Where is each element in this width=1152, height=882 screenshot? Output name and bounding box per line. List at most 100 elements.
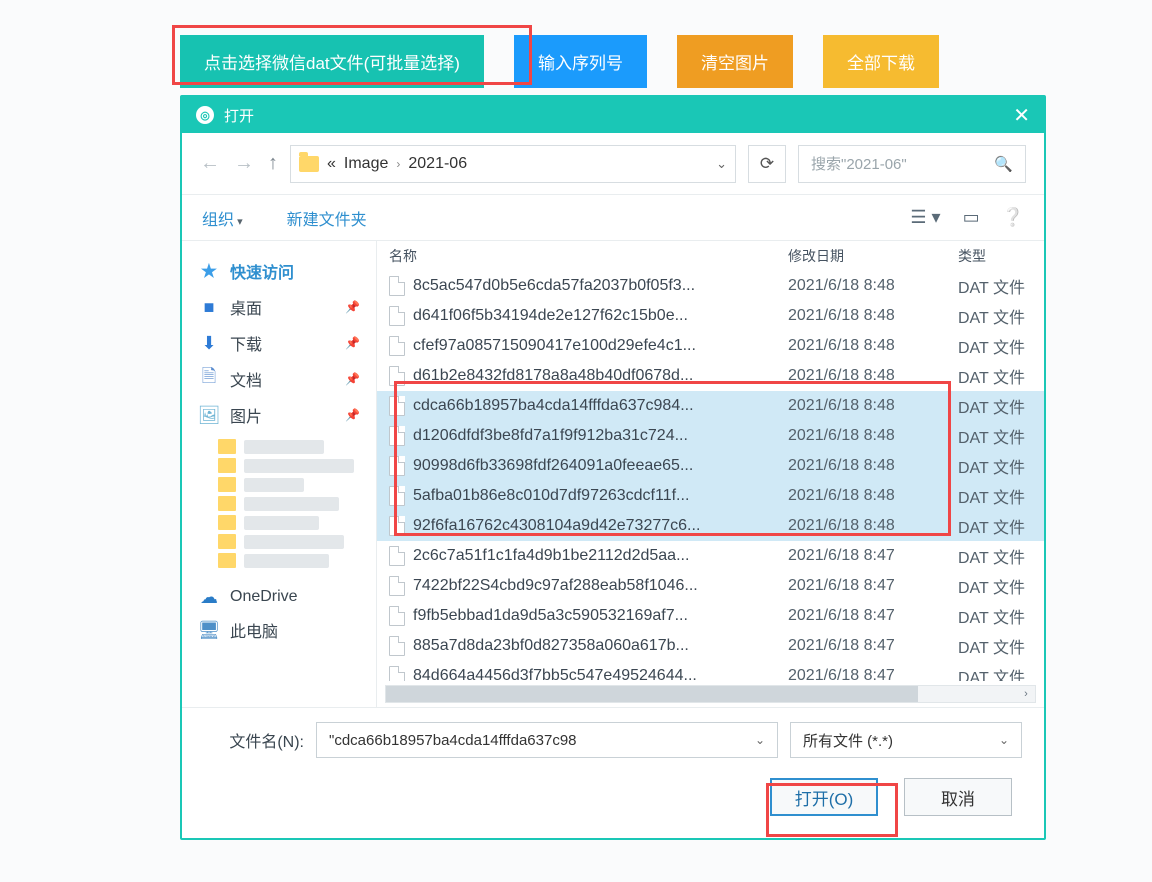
file-row[interactable]: 7422bf22S4cbd9c97af288eab58f1046...2021/… — [377, 571, 1044, 601]
file-date: 2021/6/18 8:48 — [788, 337, 958, 355]
sidebar-item-label: 下载 — [230, 331, 262, 355]
chevron-down-icon[interactable]: ⌄ — [716, 156, 727, 172]
search-placeholder: 搜索"2021-06" — [811, 153, 907, 174]
file-icon — [389, 546, 405, 566]
file-type: DAT 文件 — [958, 364, 1032, 388]
file-date: 2021/6/18 8:47 — [788, 667, 958, 681]
forward-icon[interactable]: → — [234, 152, 254, 175]
up-icon[interactable]: ↑ — [268, 152, 278, 175]
view-list-icon[interactable]: ☰ ▾ — [910, 207, 940, 228]
col-date[interactable]: 修改日期 — [788, 246, 958, 266]
sidebar-item-desk[interactable]: ■ 桌面 📌 — [188, 289, 370, 325]
dialog-title: 打开 — [224, 105, 254, 126]
star-icon: ★ — [198, 262, 220, 280]
dialog-titlebar: ◎ 打开 ✕ — [182, 97, 1044, 133]
file-date: 2021/6/18 8:48 — [788, 397, 958, 415]
sidebar-quick-access[interactable]: ★ 快速访问 — [188, 253, 370, 289]
search-input[interactable]: 搜索"2021-06" 🔍 — [798, 145, 1026, 183]
chevron-right-icon: › — [396, 157, 400, 171]
scrollbar-thumb[interactable] — [386, 686, 918, 702]
file-icon — [389, 456, 405, 476]
file-icon — [389, 426, 405, 446]
crumb-1[interactable]: 2021-06 — [408, 155, 467, 173]
open-button[interactable]: 打开(O) — [770, 778, 878, 816]
file-icon — [389, 336, 405, 356]
app-toolbar: 点击选择微信dat文件(可批量选择) 输入序列号 清空图片 全部下载 — [0, 0, 1152, 88]
file-name: 2c6c7a51f1c1fa4d9b1be2112d2d5aa... — [413, 547, 788, 565]
file-list[interactable]: 8c5ac547d0b5e6cda57fa2037b0f05f3...2021/… — [377, 271, 1044, 681]
new-folder-button[interactable]: 新建文件夹 — [287, 206, 367, 230]
file-type: DAT 文件 — [958, 604, 1032, 628]
file-date: 2021/6/18 8:48 — [788, 307, 958, 325]
sidebar-onedrive[interactable]: ☁ OneDrive — [188, 582, 370, 612]
file-name: 7422bf22S4cbd9c97af288eab58f1046... — [413, 577, 788, 595]
file-name: 84d664a4456d3f7bb5c547e49524644... — [413, 667, 788, 681]
file-icon — [389, 276, 405, 296]
download-all-button[interactable]: 全部下载 — [823, 35, 939, 88]
crumb-0[interactable]: Image — [344, 155, 388, 173]
cancel-button[interactable]: 取消 — [904, 778, 1012, 816]
file-type: DAT 文件 — [958, 514, 1032, 538]
file-icon — [389, 576, 405, 596]
file-row[interactable]: 90998d6fb33698fdf264091a0feeae65...2021/… — [377, 451, 1044, 481]
chevron-down-icon[interactable]: ⌄ — [999, 733, 1009, 747]
file-row[interactable]: f9fb5ebbad1da9d5a3c590532169af7...2021/6… — [377, 601, 1044, 631]
file-type: DAT 文件 — [958, 484, 1032, 508]
desk-icon: ■ — [198, 298, 220, 316]
file-pane: 名称 修改日期 类型 8c5ac547d0b5e6cda57fa2037b0f0… — [377, 241, 1044, 707]
file-date: 2021/6/18 8:48 — [788, 367, 958, 385]
file-row[interactable]: 885a7d8da23bf0d827358a060a617b...2021/6/… — [377, 631, 1044, 661]
close-icon[interactable]: ✕ — [1013, 103, 1030, 128]
file-row[interactable]: 5afba01b86e8c010d7df97263cdcf11f...2021/… — [377, 481, 1044, 511]
sidebar-item-docs[interactable]: 🗎文档📌 — [188, 361, 370, 397]
file-type: DAT 文件 — [958, 664, 1032, 681]
file-date: 2021/6/18 8:47 — [788, 577, 958, 595]
file-icon — [389, 306, 405, 326]
filename-input[interactable]: "cdca66b18957ba4cda14fffda637c98 ⌄ — [316, 722, 778, 758]
file-row[interactable]: 84d664a4456d3f7bb5c547e49524644...2021/6… — [377, 661, 1044, 681]
file-type: DAT 文件 — [958, 454, 1032, 478]
sidebar-item-label: 桌面 — [230, 295, 262, 319]
preview-pane-icon[interactable]: ▭ — [963, 207, 980, 228]
column-headers: 名称 修改日期 类型 — [377, 241, 1044, 271]
file-date: 2021/6/18 8:47 — [788, 547, 958, 565]
cloud-icon: ☁ — [198, 588, 220, 606]
file-name: d641f06f5b34194de2e127f62c15b0e... — [413, 307, 788, 325]
file-type: DAT 文件 — [958, 334, 1032, 358]
chevron-down-icon[interactable]: ⌄ — [755, 733, 765, 747]
pin-icon: 📌 — [345, 372, 360, 386]
clear-images-button[interactable]: 清空图片 — [677, 35, 793, 88]
file-row[interactable]: d61b2e8432fd8178a8a48b40df0678d...2021/6… — [377, 361, 1044, 391]
help-icon[interactable]: ❔ — [1002, 207, 1024, 228]
file-type: DAT 文件 — [958, 274, 1032, 298]
dialog-footer: 文件名(N): "cdca66b18957ba4cda14fffda637c98… — [182, 707, 1044, 838]
sidebar-item-pics[interactable]: 🖼图片📌 — [188, 397, 370, 433]
file-row[interactable]: d641f06f5b34194de2e127f62c15b0e...2021/6… — [377, 301, 1044, 331]
file-date: 2021/6/18 8:47 — [788, 637, 958, 655]
sidebar-item-dl[interactable]: ⬇下载📌 — [188, 325, 370, 361]
scroll-right-icon[interactable]: › — [1017, 686, 1035, 702]
file-name: d61b2e8432fd8178a8a48b40df0678d... — [413, 367, 788, 385]
pics-icon: 🖼 — [198, 406, 220, 424]
sidebar-this-pc[interactable]: 🖥 此电脑 — [188, 612, 370, 648]
file-row[interactable]: d1206dfdf3be8fd7a1f9f912ba31c724...2021/… — [377, 421, 1044, 451]
file-name: cdca66b18957ba4cda14fffda637c984... — [413, 397, 788, 415]
file-row[interactable]: 2c6c7a51f1c1fa4d9b1be2112d2d5aa...2021/6… — [377, 541, 1044, 571]
organize-menu[interactable]: 组织 — [202, 206, 243, 230]
horizontal-scrollbar[interactable]: ‹ › — [385, 685, 1036, 703]
back-icon[interactable]: ← — [200, 152, 220, 175]
filetype-combo[interactable]: 所有文件 (*.*) ⌄ — [790, 722, 1022, 758]
file-type: DAT 文件 — [958, 394, 1032, 418]
breadcrumb-path[interactable]: « Image › 2021-06 ⌄ — [290, 145, 736, 183]
file-icon — [389, 516, 405, 536]
col-name[interactable]: 名称 — [389, 246, 788, 266]
file-row[interactable]: 92f6fa16762c4308104a9d42e73277c6...2021/… — [377, 511, 1044, 541]
pin-icon: 📌 — [345, 300, 360, 314]
input-serial-button[interactable]: 输入序列号 — [514, 35, 647, 88]
col-type[interactable]: 类型 — [958, 246, 1032, 266]
refresh-button[interactable]: ⟳ — [748, 145, 786, 183]
select-dat-files-button[interactable]: 点击选择微信dat文件(可批量选择) — [180, 35, 484, 88]
file-row[interactable]: cdca66b18957ba4cda14fffda637c984...2021/… — [377, 391, 1044, 421]
file-row[interactable]: 8c5ac547d0b5e6cda57fa2037b0f05f3...2021/… — [377, 271, 1044, 301]
file-row[interactable]: cfef97a085715090417e100d29efe4c1...2021/… — [377, 331, 1044, 361]
